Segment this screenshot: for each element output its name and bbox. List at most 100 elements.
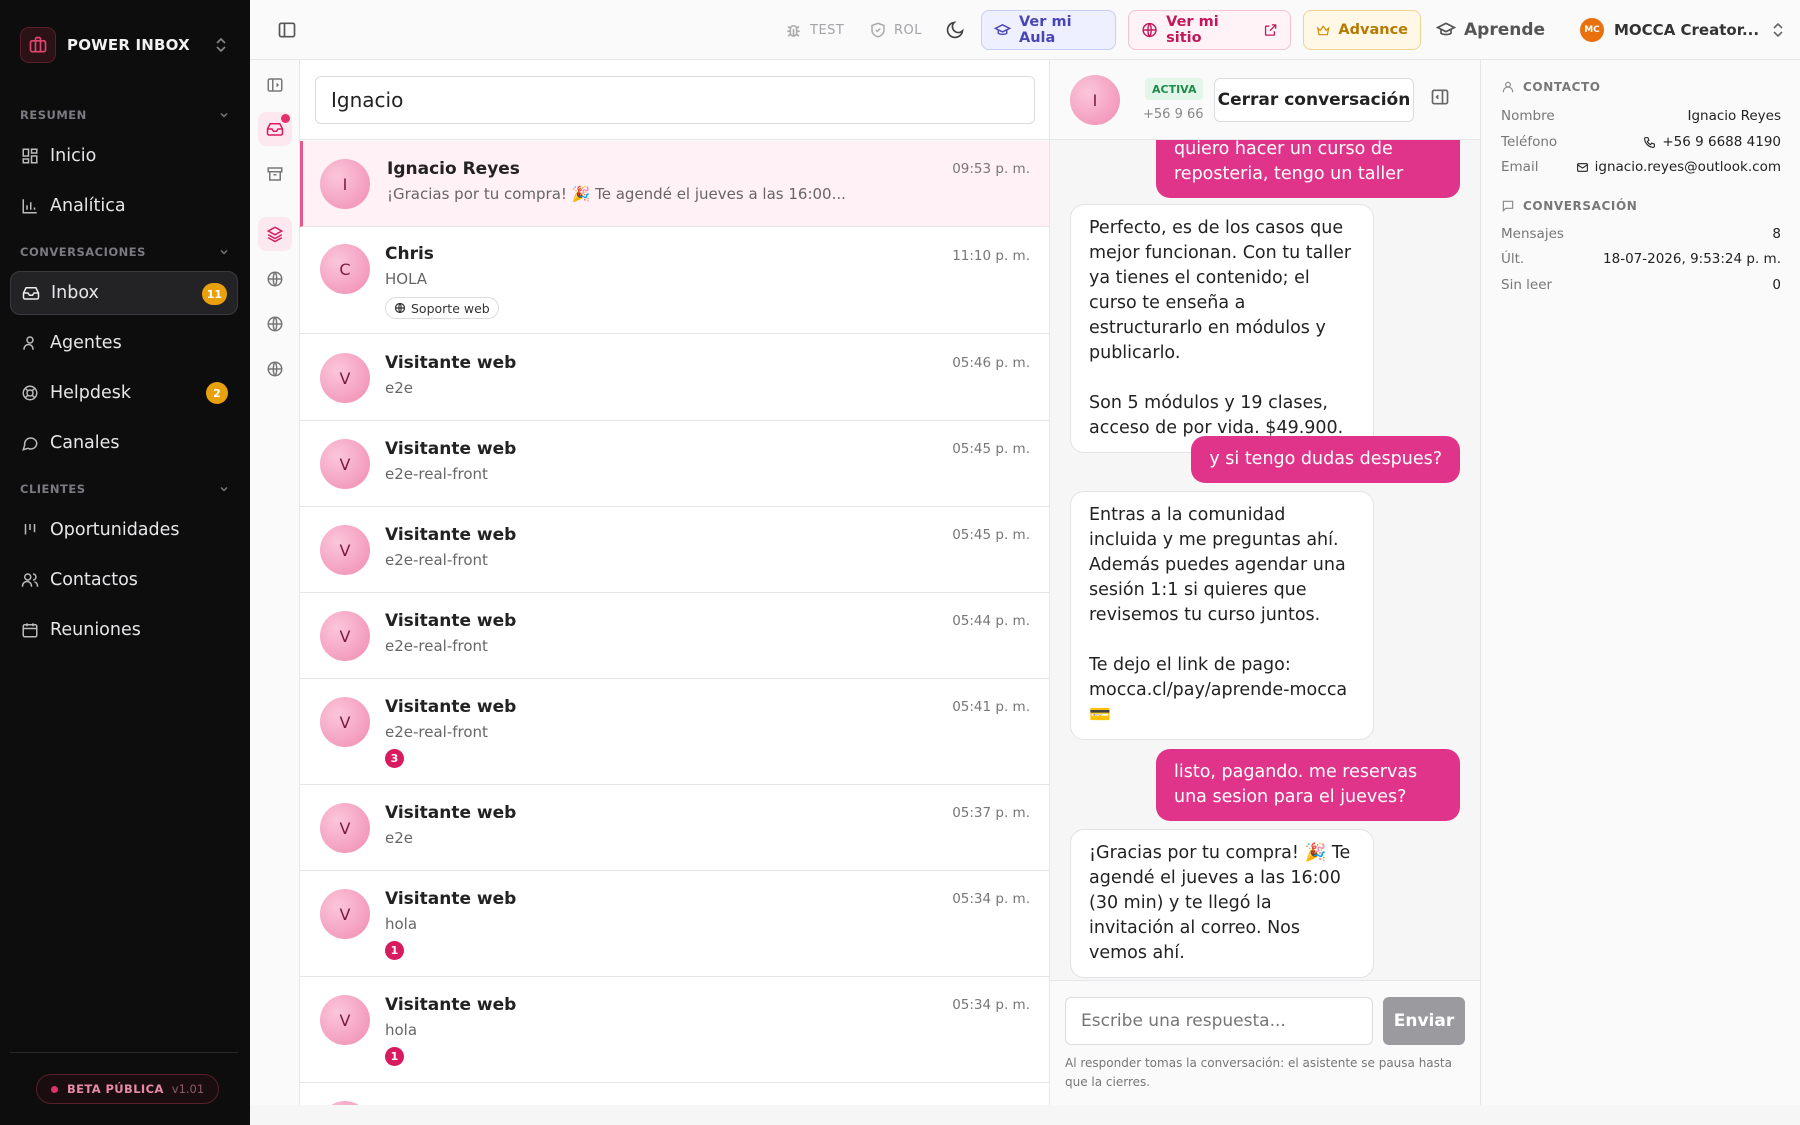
moon-icon [946,21,964,39]
role-toggle[interactable]: ROL [869,10,922,50]
lifebuoy-icon [20,383,40,403]
sidebar-item-canales[interactable]: Canales [10,421,238,465]
kanban-icon [20,520,40,540]
conversation-item[interactable]: V Visitante web e2e-real-front 05:45 p. … [300,507,1049,593]
user-icon [1502,81,1514,93]
contact-name-row: Nombre Ignacio Reyes [1501,108,1781,124]
user-name: MOCCA Creator... [1614,21,1760,39]
conversation-item[interactable]: I Ignacio Reyes ¡Gracias por tu compra! … [300,141,1049,227]
sidebar-item-label: Inicio [50,146,97,166]
conversation-item[interactable]: V Visitante web e2e 05:37 p. m. [300,785,1049,871]
sidebar-item-analitica[interactable]: Analítica [10,184,238,228]
send-button[interactable]: Enviar [1383,997,1465,1045]
chat-bubble-icon [20,433,40,453]
status-dot-icon [51,1085,58,1093]
filter-inbox-button[interactable] [258,112,292,146]
globe-icon [267,271,283,287]
channel-tag: Soporte web [385,297,499,319]
theme-toggle-button[interactable] [945,10,965,50]
conversation-time: 05:34 p. m. [952,891,1030,907]
section-clientes[interactable]: CLIENTES [20,482,230,496]
last-message-row: Últ. 18-07-2026, 9:53:24 p. m. [1501,251,1781,267]
ver-mi-sitio-button[interactable]: Ver mi sitio [1128,10,1291,50]
advance-plan-button[interactable]: Advance [1303,10,1421,50]
toggle-contact-panel-button[interactable] [1430,87,1450,111]
close-conversation-button[interactable]: Cerrar conversación [1214,78,1414,122]
sidebar-item-oportunidades[interactable]: Oportunidades [10,508,238,552]
chevron-up-down-icon [1773,22,1783,38]
conversation-item[interactable] [300,1083,1049,1105]
sidebar-item-reuniones[interactable]: Reuniones [10,608,238,652]
message-thread[interactable]: quiero hacer un curso de reposteria, ten… [1050,140,1480,980]
brand-name: POWER INBOX [67,36,190,54]
conversation-preview: e2e [385,379,414,397]
filter-all-channels-button[interactable] [258,217,292,251]
globe-icon [267,361,283,377]
chevron-up-down-icon [214,36,228,58]
sidebar-item-inicio[interactable]: Inicio [10,134,238,178]
conversation-preview: hola [385,915,418,933]
aprende-link[interactable]: Aprende [1436,10,1545,50]
avatar: V [320,889,370,939]
test-label: TEST [810,22,845,38]
collapse-list-button[interactable] [258,68,292,102]
section-conversaciones[interactable]: CONVERSACIONES [20,245,230,259]
filter-web-channel-button[interactable] [258,262,292,296]
conversation-name: Ignacio Reyes [387,159,520,179]
user-menu[interactable]: MC MOCCA Creator... [1580,10,1785,50]
sidebar-item-helpdesk[interactable]: Helpdesk 2 [10,371,238,415]
panel-left-icon [267,78,283,92]
contacts-icon [20,570,40,590]
globe-icon [394,302,406,314]
filter-web-channel-button[interactable] [258,352,292,386]
conversation-time: 05:37 p. m. [952,805,1030,821]
contact-heading: CONTACTO [1501,80,1601,94]
reply-input[interactable] [1065,997,1373,1045]
users-icon [20,333,40,353]
conversation-item[interactable]: V Visitante web e2e 05:46 p. m. [300,335,1049,421]
sidebar-item-contactos[interactable]: Contactos [10,558,238,602]
contact-phone-short: +56 9 66 [1143,107,1204,122]
workspace-switcher[interactable]: POWER INBOX [20,26,230,64]
test-toggle[interactable]: TEST [784,10,844,50]
external-link-icon [1264,24,1277,36]
avatar: I [1070,75,1120,125]
conversation-item[interactable]: V Visitante web e2e-real-front 05:41 p. … [300,679,1049,785]
search-bar [300,60,1049,140]
conversation-preview: e2e-real-front [385,551,488,569]
conversation-item[interactable]: V Visitante web e2e-real-front 05:44 p. … [300,593,1049,679]
contact-email-value[interactable]: ignacio.reyes@outlook.com [1576,159,1781,175]
contact-details-panel: CONTACTO Nombre Ignacio Reyes Teléfono +… [1480,60,1800,1105]
ver-mi-aula-button[interactable]: Ver mi Aula [981,10,1116,50]
contact-phone-value[interactable]: +56 9 6688 4190 [1643,134,1781,150]
sidebar-item-inbox[interactable]: Inbox 11 [10,271,238,315]
avatar: I [320,159,370,209]
sidebar-item-agentes[interactable]: Agentes [10,321,238,365]
status-badge: ACTIVA [1145,78,1204,100]
grid-icon [20,146,40,166]
filter-web-channel-button[interactable] [258,307,292,341]
sidebar-item-label: Analítica [50,196,126,216]
filter-archive-button[interactable] [258,157,292,191]
section-label: CLIENTES [20,482,86,496]
search-input[interactable] [315,76,1035,124]
section-resumen[interactable]: RESUMEN [20,108,230,122]
conversation-name: Visitante web [385,353,517,373]
conversation-item[interactable]: V Visitante web hola 05:34 p. m. 1 [300,977,1049,1083]
conversation-item[interactable]: V Visitante web hola 05:34 p. m. 1 [300,871,1049,977]
toggle-sidebar-button[interactable] [277,10,297,50]
conversation-item[interactable]: C Chris HOLA 11:10 p. m. Soporte web [300,228,1049,334]
conversation-name: Chris [385,244,434,264]
avatar: V [320,697,370,747]
unread-row: Sin leer 0 [1501,277,1781,293]
sidebar-item-label: Reuniones [50,620,141,640]
beta-badge: BETA PÚBLICA v1.01 [36,1074,220,1104]
reply-composer: Enviar Al responder tomas la conversació… [1050,980,1480,1105]
conversation-item[interactable]: V Visitante web e2e-real-front 05:45 p. … [300,421,1049,507]
avatar: V [320,995,370,1045]
avatar: V [320,525,370,575]
briefcase-icon [20,27,56,63]
message-outgoing: y si tengo dudas despues? [1191,436,1460,483]
composer-hint: Al responder tomas la conversación: el a… [1065,1056,1452,1089]
last-message-time: 18-07-2026, 9:53:24 p. m. [1603,251,1781,267]
